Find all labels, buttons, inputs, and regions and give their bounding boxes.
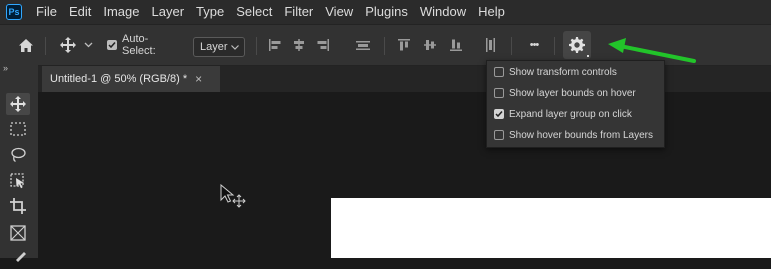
separator [256, 37, 257, 55]
frame-tool[interactable] [6, 222, 30, 244]
menu-help[interactable]: Help [472, 0, 511, 24]
distribute-vertical-icon [486, 38, 495, 52]
checkmark-icon [108, 42, 116, 49]
chevron-down-icon [231, 45, 239, 50]
distribute-icon [356, 41, 370, 50]
object-select-icon [10, 173, 24, 189]
menu-select[interactable]: Select [230, 0, 278, 24]
dropdown-item-show-transform-controls[interactable]: Show transform controls [494, 63, 617, 81]
home-icon [19, 38, 33, 52]
move-tool-icon [10, 96, 26, 112]
brush-icon [16, 252, 26, 262]
separator [554, 37, 555, 55]
move-tool[interactable] [6, 93, 30, 115]
collapse-icon[interactable]: » [3, 63, 8, 73]
auto-select-label: Auto-Select: [122, 33, 156, 57]
document-tab[interactable]: Untitled-1 @ 50% (RGB/8) * × [42, 66, 220, 92]
separator [45, 37, 46, 55]
dropdown-item-label: Show transform controls [509, 66, 617, 78]
crop-tool[interactable] [6, 195, 30, 217]
menu-window[interactable]: Window [414, 0, 472, 24]
menu-layer[interactable]: Layer [146, 0, 191, 24]
dropdown-item-show-hover-bounds[interactable]: Show hover bounds from Layers [494, 126, 653, 144]
menu-filter[interactable]: Filter [278, 0, 319, 24]
dropdown-item-label: Show layer bounds on hover [509, 87, 636, 99]
dropdown-indicator [587, 55, 589, 57]
gear-icon [569, 37, 585, 53]
app-logo: Ps [6, 4, 22, 20]
menu-image[interactable]: Image [97, 0, 145, 24]
frame-icon [10, 225, 26, 241]
document-tab-title: Untitled-1 @ 50% (RGB/8) * [50, 73, 188, 85]
checkbox[interactable] [494, 88, 504, 98]
menu-plugins[interactable]: Plugins [359, 0, 414, 24]
auto-select-toggle[interactable]: Auto-Select: [107, 25, 179, 65]
menu-view[interactable]: View [319, 0, 359, 24]
align-left-icon [269, 39, 281, 51]
tool-preset-dropdown[interactable] [82, 25, 94, 65]
move-tool-icon [60, 37, 76, 53]
align-vcenter-button[interactable] [421, 25, 439, 65]
auto-select-checkbox[interactable] [107, 40, 117, 50]
close-icon[interactable]: × [195, 72, 202, 86]
menu-edit[interactable]: Edit [63, 0, 97, 24]
checkbox-checked[interactable] [494, 109, 504, 119]
brush-tool[interactable] [6, 247, 30, 269]
dropdown-item-label: Expand layer group on click [509, 108, 632, 120]
menu-file[interactable]: File [30, 0, 63, 24]
marquee-tool[interactable] [6, 118, 30, 140]
distribute-vertical-button[interactable] [481, 25, 499, 65]
crop-icon [10, 198, 26, 214]
distribute-horizontal-button[interactable] [352, 25, 374, 65]
lasso-tool[interactable] [6, 144, 30, 166]
home-button[interactable] [16, 25, 36, 65]
align-top-button[interactable] [395, 25, 413, 65]
move-tool-preset-button[interactable] [58, 25, 78, 65]
lasso-icon [11, 147, 26, 163]
auto-select-target-select[interactable]: Layer [193, 37, 245, 57]
object-selection-tool[interactable] [6, 170, 30, 192]
checkbox[interactable] [494, 130, 504, 140]
align-right-button[interactable] [314, 25, 332, 65]
tools-panel: » [0, 62, 38, 262]
chevron-down-icon [84, 42, 92, 48]
dropdown-item-show-layer-bounds[interactable]: Show layer bounds on hover [494, 84, 636, 102]
document-canvas[interactable] [331, 198, 771, 258]
separator [384, 37, 385, 55]
align-hcenter-button[interactable] [290, 25, 308, 65]
menu-bar: Ps File Edit Image Layer Type Select Fil… [0, 0, 771, 24]
marquee-icon [10, 122, 26, 136]
checkbox[interactable] [494, 67, 504, 77]
move-cursor-icon [220, 184, 246, 208]
align-vcenter-icon [424, 40, 436, 50]
align-bottom-icon [450, 39, 462, 51]
align-hcenter-icon [294, 39, 304, 51]
align-left-button[interactable] [266, 25, 284, 65]
settings-button[interactable] [563, 31, 591, 59]
menu-type[interactable]: Type [190, 0, 230, 24]
dropdown-item-expand-layer-group[interactable]: Expand layer group on click [494, 105, 632, 123]
checkmark-icon [495, 111, 503, 118]
align-top-icon [398, 39, 410, 51]
dropdown-item-label: Show hover bounds from Layers [509, 129, 653, 141]
more-options-button[interactable]: ••• [522, 25, 546, 65]
align-right-icon [317, 39, 329, 51]
align-bottom-button[interactable] [447, 25, 465, 65]
settings-dropdown: Show transform controls Show layer bound… [486, 60, 665, 148]
separator [511, 37, 512, 55]
auto-select-target-value: Layer [200, 41, 228, 53]
